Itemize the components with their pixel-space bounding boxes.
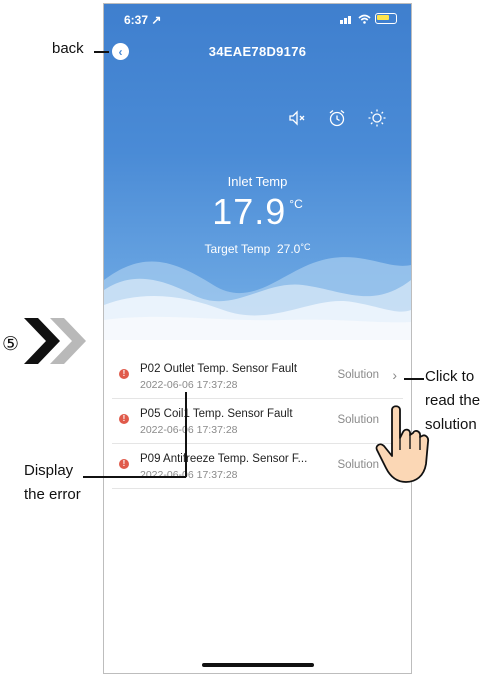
back-leader-line: [94, 51, 109, 53]
error-code: P05 Coil1 Temp. Sensor Fault: [140, 408, 293, 420]
error-list: ! P02 Outlet Temp. Sensor Fault 2022-06-…: [104, 354, 411, 489]
inlet-temp-unit: °C: [289, 197, 303, 211]
phone-screen: 6:37 ↗ ‹ 34EAE78D9176 Inlet Temp 17.9 °C…: [103, 3, 412, 674]
header-actions: [287, 108, 387, 128]
wifi-icon: [358, 14, 371, 24]
status-bar: 6:37 ↗: [104, 4, 411, 32]
error-alert-icon: !: [119, 414, 129, 424]
hand-pointer-icon: [375, 405, 430, 483]
click-annotation-3: solution: [425, 416, 477, 433]
battery-icon: [375, 13, 397, 24]
inlet-temp-label: Inlet Temp: [227, 174, 288, 189]
double-chevron-icon: [24, 318, 86, 364]
device-id-title: 34EAE78D9176: [208, 44, 307, 59]
error-alert-icon: !: [119, 459, 129, 469]
error-date: 2022-06-06 17:37:28: [140, 379, 238, 391]
error-date: 2022-06-06 17:37:28: [140, 469, 238, 481]
inlet-temp-reading: 17.9 °C: [104, 191, 411, 233]
signal-icon: [340, 15, 351, 24]
display-annotation-1: Display: [24, 462, 74, 479]
solution-link[interactable]: Solution: [337, 369, 379, 381]
solution-link[interactable]: Solution: [337, 414, 379, 426]
click-annotation-2: read the: [425, 392, 481, 409]
brightness-icon[interactable]: [367, 108, 387, 128]
error-row[interactable]: ! P09 Antifreeze Temp. Sensor F... 2022-…: [112, 444, 403, 489]
wave-decoration: [104, 257, 411, 340]
alarm-clock-icon[interactable]: [327, 108, 347, 128]
home-indicator: [202, 663, 314, 667]
error-code: P09 Antifreeze Temp. Sensor F...: [140, 453, 308, 465]
step-number: ⑤: [2, 334, 20, 355]
click-annotation-1: Click to: [425, 368, 475, 385]
chevron-right-icon[interactable]: ›: [392, 367, 397, 383]
inlet-temp-value: 17.9: [212, 191, 287, 232]
solution-link[interactable]: Solution: [337, 459, 379, 471]
status-time: 6:37 ↗: [124, 13, 162, 27]
error-code: P02 Outlet Temp. Sensor Fault: [140, 363, 298, 375]
display-leader-vertical: [185, 392, 187, 477]
back-annotation: back: [52, 40, 84, 57]
mute-icon[interactable]: [287, 108, 307, 128]
status-icons: [340, 13, 397, 24]
error-row[interactable]: ! P05 Coil1 Temp. Sensor Fault 2022-06-0…: [112, 399, 403, 444]
device-header-panel: 6:37 ↗ ‹ 34EAE78D9176 Inlet Temp 17.9 °C…: [104, 4, 411, 340]
error-row[interactable]: ! P02 Outlet Temp. Sensor Fault 2022-06-…: [112, 354, 403, 399]
error-date: 2022-06-06 17:37:28: [140, 424, 238, 436]
display-annotation-2: the error: [24, 486, 81, 503]
display-leader-horizontal: [83, 476, 186, 478]
error-alert-icon: !: [119, 369, 129, 379]
click-leader-line: [404, 378, 424, 380]
